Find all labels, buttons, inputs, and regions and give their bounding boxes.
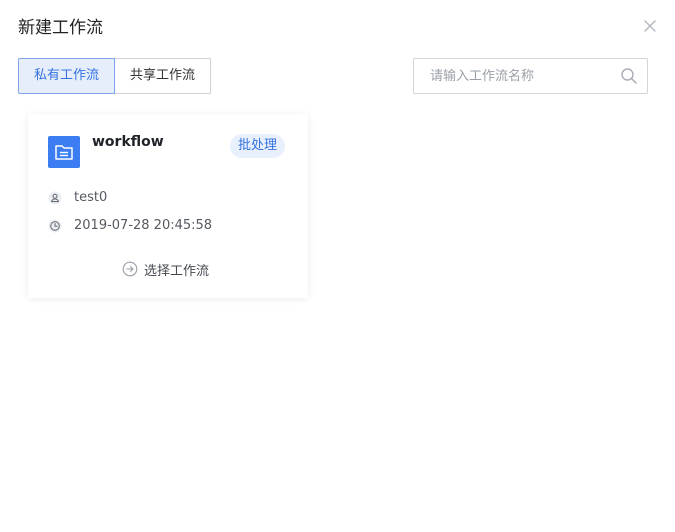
arrow-right-circle-icon[interactable]	[122, 261, 138, 277]
workflow-time-row: 2019-07-28 20:45:58	[48, 216, 212, 236]
search-icon[interactable]	[620, 67, 638, 85]
search-box	[413, 58, 648, 94]
clock-icon	[48, 219, 62, 233]
workflow-owner-row: test0	[48, 188, 107, 208]
workflow-card: workflow 批处理 test0 2019-07-28 20:45:58 选…	[28, 114, 308, 298]
select-workflow-button[interactable]: 选择工作流	[122, 258, 209, 280]
user-icon	[48, 191, 62, 205]
search-input[interactable]	[414, 59, 614, 93]
workflow-scope-tabs: 私有工作流 共享工作流	[18, 58, 212, 94]
folder-icon	[48, 136, 80, 168]
workflow-created-time: 2019-07-28 20:45:58	[74, 218, 213, 233]
workflow-name: workflow	[92, 134, 164, 150]
dialog-title: 新建工作流	[18, 18, 103, 38]
tab-private-workflows[interactable]: 私有工作流	[18, 58, 116, 94]
workflow-type-badge: 批处理	[230, 134, 286, 158]
close-icon[interactable]	[640, 16, 660, 36]
workflow-owner: test0	[74, 190, 108, 205]
tab-shared-workflows[interactable]: 共享工作流	[115, 58, 212, 94]
close-button[interactable]	[640, 16, 660, 36]
new-workflow-dialog: 新建工作流 私有工作流 共享工作流 workflow 批处理	[0, 0, 675, 532]
select-workflow-label[interactable]: 选择工作流	[144, 260, 209, 279]
